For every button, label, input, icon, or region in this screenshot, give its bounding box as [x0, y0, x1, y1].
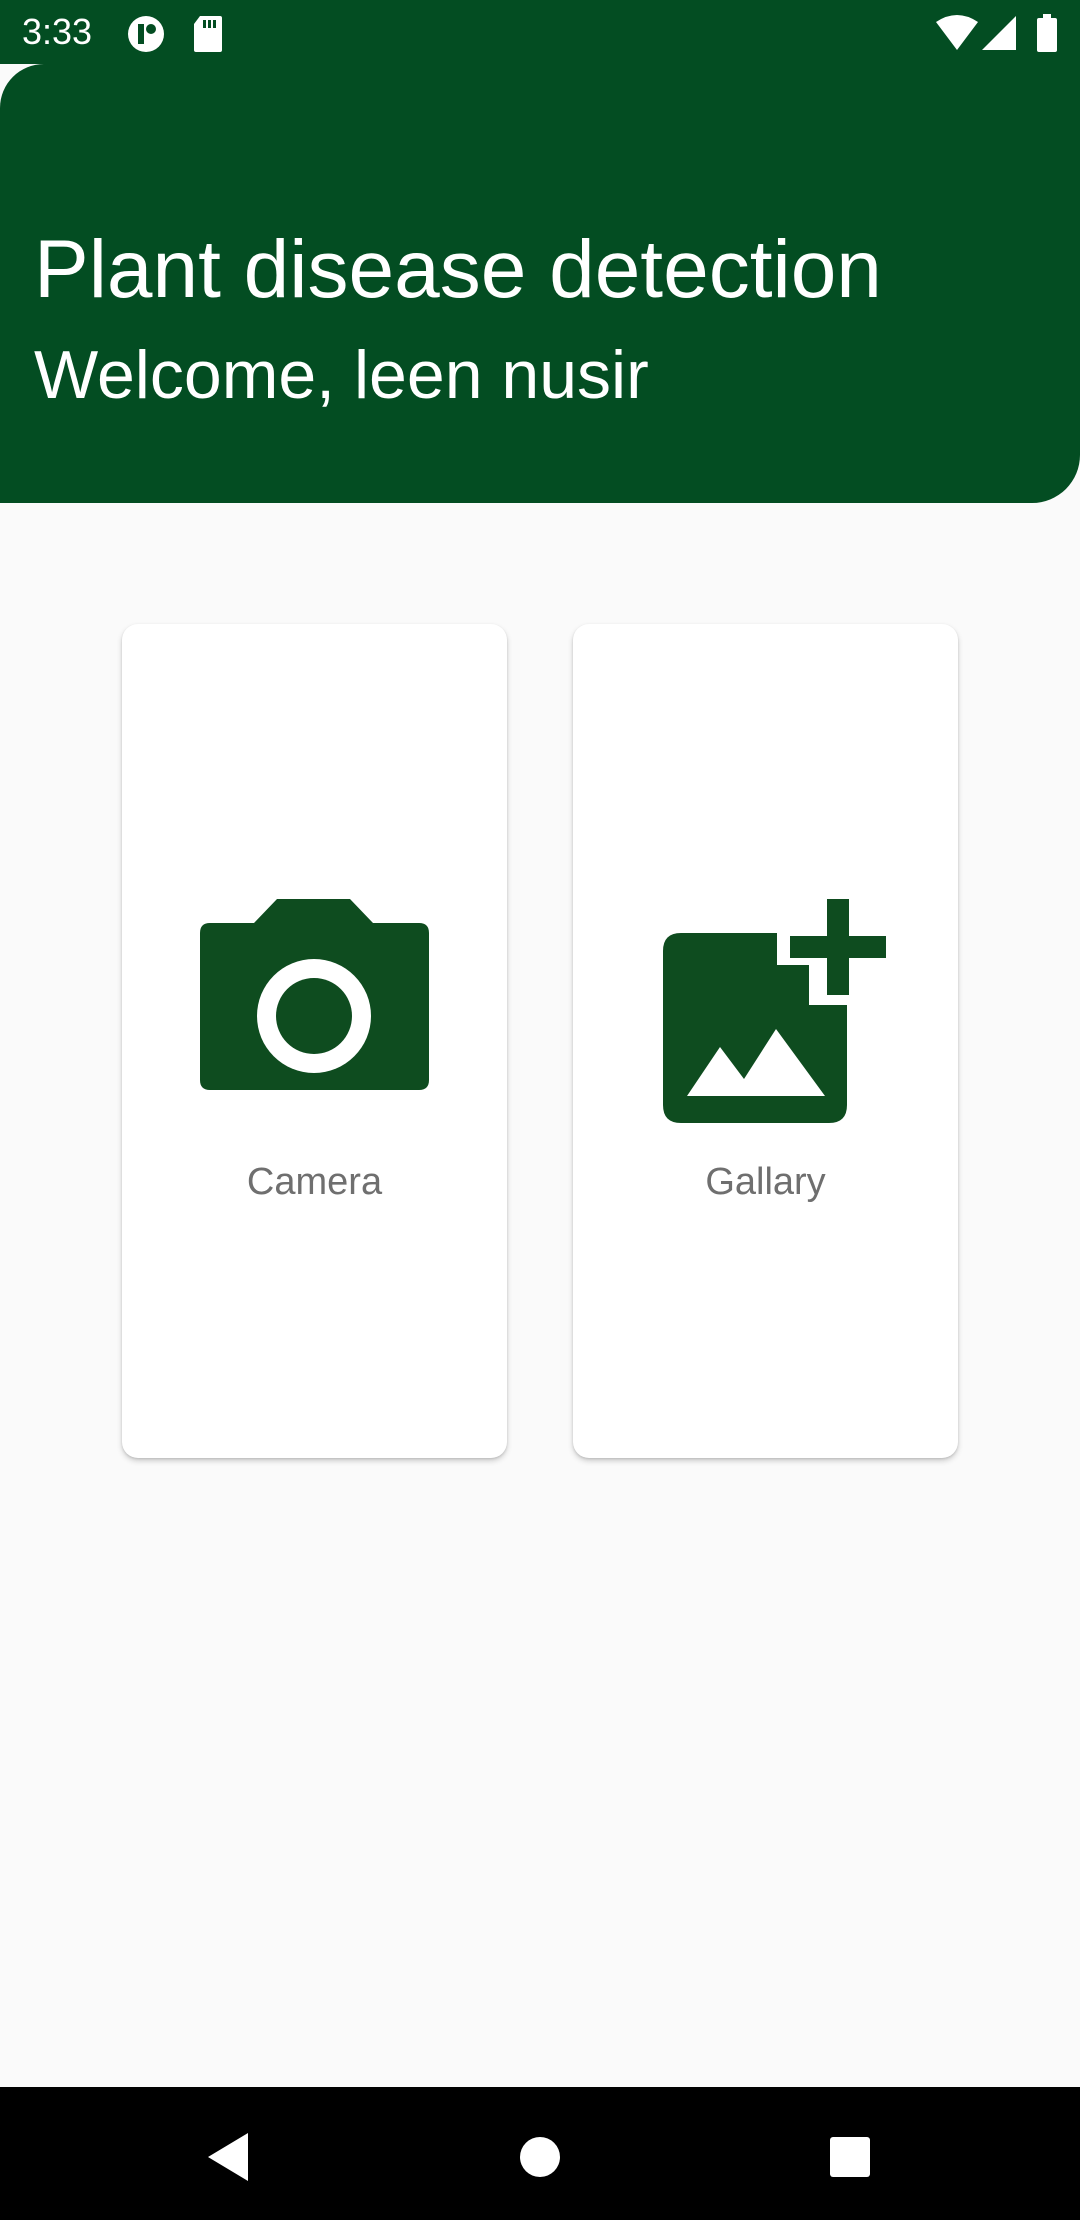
status-time: 3:33	[22, 11, 93, 52]
sd-card-icon	[192, 14, 232, 54]
data-saver-icon	[126, 14, 166, 54]
recents-icon[interactable]	[810, 2117, 890, 2197]
wifi-icon	[936, 14, 978, 52]
cell-signal-icon	[982, 14, 1018, 52]
gallery-card[interactable]: Gallary	[573, 624, 958, 1458]
camera-icon	[122, 899, 507, 1109]
status-bar: 3:33	[0, 0, 1080, 64]
gallery-label: Gallary	[705, 1161, 826, 1203]
page-title: Plant disease detection	[34, 224, 882, 315]
navigation-bar	[0, 2087, 1080, 2220]
battery-icon	[1036, 14, 1058, 52]
camera-card[interactable]: Camera	[122, 624, 507, 1458]
back-icon[interactable]	[200, 2117, 280, 2197]
screen: 3:33 Plant disease detection Welcome, le…	[0, 0, 1080, 2220]
add-photo-icon	[573, 899, 958, 1129]
camera-label: Camera	[246, 1161, 383, 1203]
welcome-text: Welcome, leen nusir	[34, 337, 649, 413]
home-icon[interactable]	[500, 2117, 580, 2197]
